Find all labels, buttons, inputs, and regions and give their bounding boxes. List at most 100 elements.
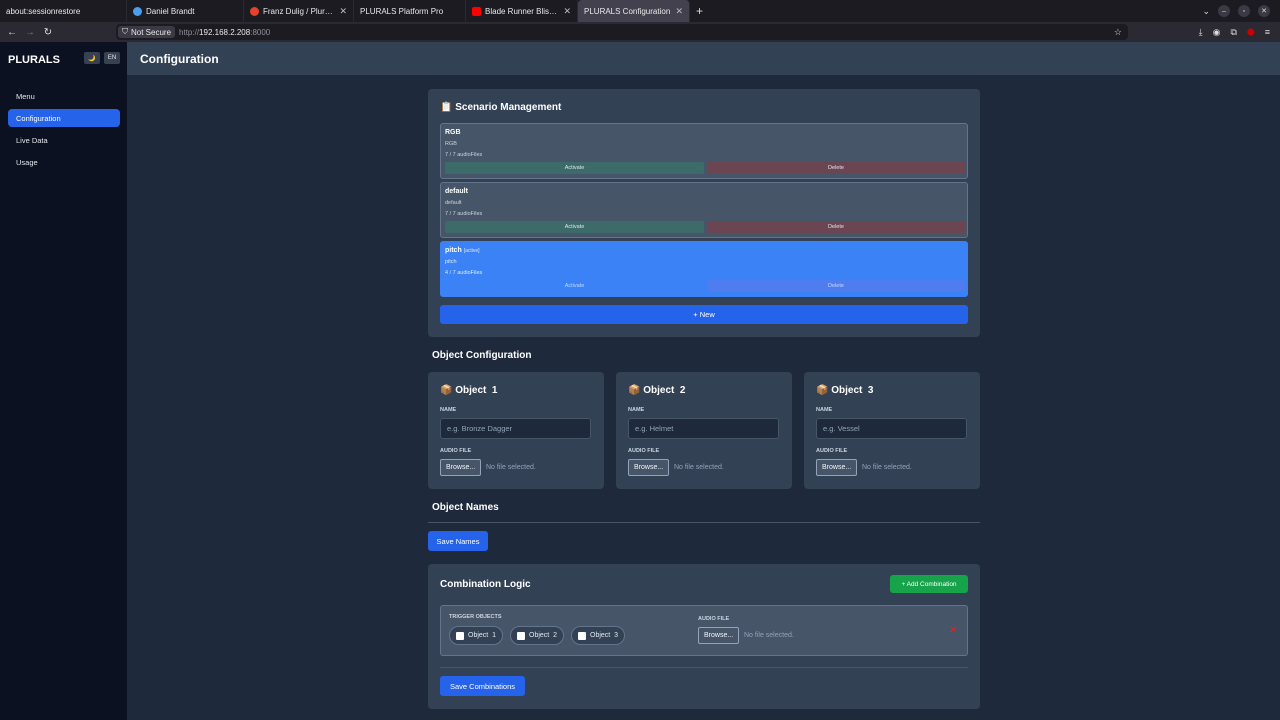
delete-button[interactable]: Delete (707, 221, 965, 233)
toolbar-icons: ⤓ ◉ ⧉ ⬣ ≡ (1199, 22, 1270, 42)
browser-tab-active[interactable]: PLURALS Configuration ✕ (578, 0, 690, 22)
object-card: 📦 Object 1 NAME e.g. Bronze Dagger AUDIO… (428, 372, 604, 489)
object-names-title: Object Names (432, 502, 499, 513)
url-host: 192.168.2.208 (199, 27, 251, 37)
language-button[interactable]: EN (104, 52, 120, 64)
browser-tab[interactable]: Franz Dulig / Plurals_platf ✕ (244, 0, 354, 22)
scenario-count: 7 / 7 audioFiles (445, 152, 483, 158)
object-title-text: Object 1 (455, 385, 498, 396)
sidebar-item-menu[interactable]: Menu (8, 87, 120, 105)
not-secure-label: Not Secure (131, 27, 172, 37)
object-card: 📦 Object 3 NAME e.g. Vessel AUDIO FILE B… (804, 372, 980, 489)
browser-tab[interactable]: Daniel Brandt (127, 0, 244, 22)
scenario-count: 4 / 7 audioFiles (445, 270, 483, 276)
reload-icon[interactable]: ↻ (39, 27, 57, 38)
browser-tab[interactable]: Blade Runner Bliss: Pur ✕ (466, 0, 578, 22)
scenario-name: default (445, 188, 468, 195)
close-tab-icon[interactable]: ✕ (563, 6, 571, 17)
audio-file-label: AUDIO FILE (628, 448, 660, 454)
url-bar[interactable]: ⛉ Not Secure http://192.168.2.208:8000 ☆ (116, 24, 1128, 40)
sidebar-item-usage[interactable]: Usage (8, 153, 120, 171)
new-tab-button[interactable]: + (690, 4, 709, 18)
browser-tab[interactable]: about:sessionrestore (0, 0, 127, 22)
ublock-icon[interactable]: ⬣ (1247, 27, 1255, 38)
tab-title: PLURALS Configuration (584, 6, 671, 16)
trigger-chip[interactable]: Object 1 (449, 626, 504, 645)
browser-tab[interactable]: PLURALS Platform Pro (354, 0, 466, 22)
tab-title: PLURALS Platform Pro (360, 6, 444, 16)
delete-button[interactable]: Delete (707, 162, 965, 174)
trigger-objects-label: TRIGGER OBJECTS (449, 614, 502, 620)
window-controls: ⌄ – ▫ ✕ (1202, 0, 1280, 22)
object-title-text: Object 3 (831, 385, 874, 396)
browse-button[interactable]: Browse... (698, 627, 740, 644)
tab-title: about:sessionrestore (6, 6, 81, 16)
sidebar-item-configuration[interactable]: Configuration (8, 109, 120, 127)
download-icon[interactable]: ⤓ (1199, 27, 1203, 38)
package-icon: 📦 (816, 385, 829, 396)
minimize-icon[interactable]: – (1218, 5, 1230, 17)
remove-combination-icon[interactable]: ✕ (949, 625, 957, 636)
active-tag: [active] (463, 248, 480, 254)
extensions-icon[interactable]: ⧉ (1230, 27, 1236, 38)
scenario-name-text: pitch (445, 247, 462, 254)
account-icon[interactable]: ◉ (1213, 27, 1221, 38)
trigger-chip[interactable]: Object 3 (571, 626, 626, 645)
close-window-icon[interactable]: ✕ (1258, 5, 1270, 17)
delete-button[interactable]: Delete (707, 280, 965, 292)
not-secure-badge[interactable]: ⛉ Not Secure (118, 26, 176, 38)
checkbox[interactable] (578, 631, 586, 640)
close-tab-icon[interactable]: ✕ (675, 6, 683, 17)
scenario-desc: default (445, 200, 462, 206)
combination-logic-card: Combination Logic + Add Combination TRIG… (428, 564, 980, 709)
audio-file-label: AUDIO FILE (698, 616, 730, 622)
add-combination-button[interactable]: + Add Combination (890, 575, 968, 593)
tab-list-icon[interactable]: ⌄ (1202, 6, 1210, 17)
object-title: 📦 Object 3 (816, 385, 873, 396)
url-suffix: :8000 (250, 27, 271, 37)
browse-button[interactable]: Browse... (440, 459, 482, 476)
activate-button[interactable]: Activate (445, 162, 704, 174)
tab-title: Daniel Brandt (146, 6, 195, 16)
save-combinations-button[interactable]: Save Combinations (440, 676, 525, 696)
object-title: 📦 Object 1 (440, 385, 497, 396)
activate-button[interactable]: Activate (445, 280, 704, 292)
scenario-name: RGB (445, 129, 461, 136)
menu-icon[interactable]: ≡ (1265, 27, 1270, 37)
close-tab-icon[interactable]: ✕ (339, 6, 347, 17)
no-file-text: No file selected. (486, 464, 536, 471)
tab-title: Blade Runner Bliss: Pur (485, 6, 559, 16)
name-label: NAME (628, 407, 645, 413)
trigger-label: Object 1 (468, 632, 497, 639)
scenario-name: pitch [active] (445, 247, 480, 254)
theme-toggle-button[interactable]: 🌙 (84, 52, 100, 64)
no-file-text: No file selected. (674, 464, 724, 471)
new-scenario-button[interactable]: + New (440, 305, 968, 324)
sidebar-item-live-data[interactable]: Live Data (8, 131, 120, 149)
gitlab-icon (250, 6, 259, 16)
scenario-management-card: 📋 Scenario Management RGB RGB 7 / 7 audi… (428, 89, 980, 337)
main-content: 📋 Scenario Management RGB RGB 7 / 7 audi… (127, 75, 1280, 720)
checkbox[interactable] (517, 631, 525, 640)
restore-icon[interactable]: ▫ (1238, 5, 1250, 17)
activate-button[interactable]: Activate (445, 221, 704, 233)
youtube-icon (472, 6, 481, 16)
save-names-button[interactable]: Save Names (428, 531, 488, 551)
profile-icon (133, 6, 142, 16)
brand-logo: PLURALS (8, 54, 60, 66)
browse-button[interactable]: Browse... (628, 459, 670, 476)
back-icon[interactable]: ← (3, 27, 21, 38)
trigger-chip[interactable]: Object 2 (510, 626, 565, 645)
name-label: NAME (816, 407, 833, 413)
checkbox[interactable] (456, 631, 464, 640)
scenario-item-active: pitch [active] pitch 4 / 7 audioFiles Ac… (440, 241, 968, 297)
object-name-input[interactable]: e.g. Bronze Dagger (440, 418, 591, 439)
bookmark-star-icon[interactable]: ☆ (1114, 27, 1122, 38)
object-name-input[interactable]: e.g. Vessel (816, 418, 967, 439)
browse-button[interactable]: Browse... (816, 459, 858, 476)
sidebar: PLURALS 🌙 EN Menu Configuration Live Dat… (0, 42, 127, 720)
forward-icon[interactable]: → (21, 27, 39, 38)
scenario-item: RGB RGB 7 / 7 audioFiles Activate Delete (440, 123, 968, 179)
combination-row: TRIGGER OBJECTS Object 1 Object 2 Object… (440, 605, 968, 656)
object-name-input[interactable]: e.g. Helmet (628, 418, 779, 439)
